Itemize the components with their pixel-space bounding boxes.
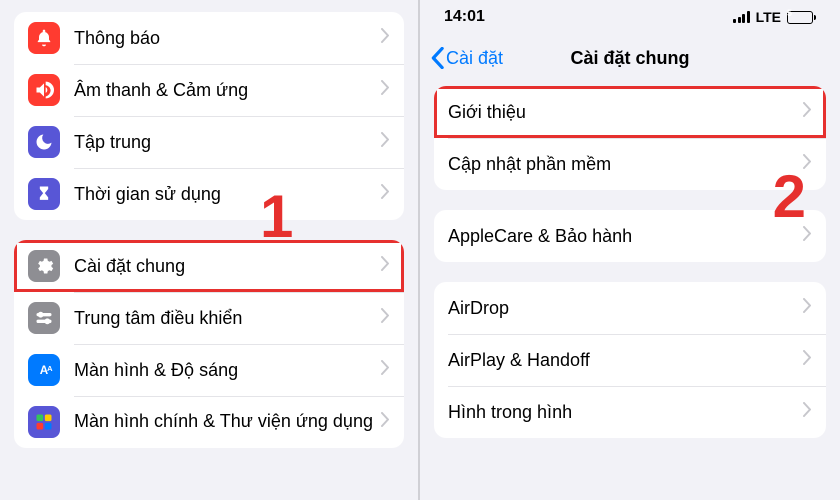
row-label: Màn hình & Độ sáng (74, 360, 381, 381)
chevron-right-icon (803, 102, 812, 122)
row-airdrop[interactable]: AirDrop (434, 282, 826, 334)
bell-icon (28, 22, 60, 54)
chevron-right-icon (381, 80, 390, 100)
chevron-right-icon (803, 298, 812, 318)
moon-icon (28, 126, 60, 158)
chevron-right-icon (803, 226, 812, 246)
row-sounds[interactable]: Âm thanh & Cảm ứng (14, 64, 404, 116)
row-software-update[interactable]: Cập nhật phần mềm (434, 138, 826, 190)
status-time: 14:01 (444, 8, 485, 26)
gear-icon (28, 250, 60, 282)
battery-icon: 5 (787, 11, 816, 24)
grid-icon (28, 406, 60, 438)
row-label: AirPlay & Handoff (448, 350, 803, 371)
chevron-right-icon (803, 402, 812, 422)
row-notifications[interactable]: Thông báo (14, 12, 404, 64)
text-size-icon (28, 354, 60, 386)
row-general[interactable]: Cài đặt chung (14, 240, 404, 292)
chevron-right-icon (381, 28, 390, 48)
nav-bar: Cài đặt Cài đặt chung (420, 34, 840, 82)
row-label: Tập trung (74, 132, 381, 153)
row-airplay[interactable]: AirPlay & Handoff (434, 334, 826, 386)
chevron-right-icon (381, 256, 390, 276)
row-about[interactable]: Giới thiệu (434, 86, 826, 138)
row-label: AppleCare & Bảo hành (448, 226, 803, 247)
signal-icon (733, 11, 750, 23)
chevron-right-icon (381, 360, 390, 380)
chevron-left-icon (430, 47, 444, 69)
row-label: Thời gian sử dụng (74, 184, 381, 205)
row-label: Cập nhật phần mềm (448, 154, 803, 175)
row-pip[interactable]: Hình trong hình (434, 386, 826, 438)
network-type: LTE (756, 9, 781, 25)
chevron-right-icon (381, 184, 390, 204)
row-screentime[interactable]: Thời gian sử dụng (14, 168, 404, 220)
settings-group-general: Cài đặt chung Trung tâm điều khiển Màn h… (14, 240, 404, 448)
row-label: Cài đặt chung (74, 256, 381, 277)
row-label: Hình trong hình (448, 402, 803, 423)
row-home-screen[interactable]: Màn hình chính & Thư viện ứng dụng (14, 396, 404, 448)
row-label: Giới thiệu (448, 102, 803, 123)
hourglass-icon (28, 178, 60, 210)
row-display[interactable]: Màn hình & Độ sáng (14, 344, 404, 396)
row-focus[interactable]: Tập trung (14, 116, 404, 168)
row-label: Âm thanh & Cảm ứng (74, 80, 381, 101)
settings-general-panel: 14:01 LTE 5 Cài đặt Cài đặt chung Giới t… (420, 0, 840, 500)
settings-main-panel: Thông báo Âm thanh & Cảm ứng Tập trung T… (0, 0, 420, 500)
chevron-right-icon (803, 154, 812, 174)
chevron-right-icon (381, 412, 390, 432)
row-label: Trung tâm điều khiển (74, 308, 381, 329)
status-bar: 14:01 LTE 5 (420, 0, 840, 34)
chevron-right-icon (381, 132, 390, 152)
general-group-1: Giới thiệu Cập nhật phần mềm (434, 86, 826, 190)
chevron-right-icon (803, 350, 812, 370)
row-label: AirDrop (448, 298, 803, 319)
row-control-center[interactable]: Trung tâm điều khiển (14, 292, 404, 344)
general-group-3: AirDrop AirPlay & Handoff Hình trong hìn… (434, 282, 826, 438)
sliders-icon (28, 302, 60, 334)
row-label: Màn hình chính & Thư viện ứng dụng (74, 405, 381, 439)
general-group-2: AppleCare & Bảo hành (434, 210, 826, 262)
page-title: Cài đặt chung (570, 48, 689, 69)
back-button[interactable]: Cài đặt (430, 47, 503, 69)
row-applecare[interactable]: AppleCare & Bảo hành (434, 210, 826, 262)
chevron-right-icon (381, 308, 390, 328)
speaker-icon (28, 74, 60, 106)
row-label: Thông báo (74, 28, 381, 49)
settings-group-notifications: Thông báo Âm thanh & Cảm ứng Tập trung T… (14, 12, 404, 220)
back-label: Cài đặt (446, 48, 503, 69)
